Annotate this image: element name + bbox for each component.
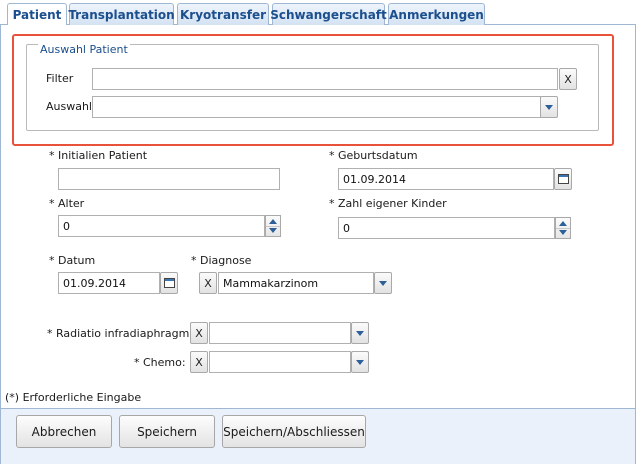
auswahl-select[interactable] bbox=[92, 96, 541, 118]
radiatio-label: * Radiatio infradiaphragmal: bbox=[47, 327, 203, 340]
tab-label: Patient bbox=[12, 8, 62, 22]
datum-input[interactable]: 01.09.2014 bbox=[58, 272, 160, 294]
filter-label: Filter bbox=[46, 72, 74, 85]
alter-input[interactable]: 0 bbox=[58, 215, 265, 237]
speichern-button[interactable]: Speichern bbox=[119, 415, 215, 448]
tab-schwangerschaft[interactable]: Schwangerschaft bbox=[270, 3, 387, 25]
button-bar: Abbrechen Speichern Speichern/Abschliess… bbox=[1, 409, 635, 464]
radiatio-dropdown-button[interactable] bbox=[351, 322, 369, 344]
abbrechen-button[interactable]: Abbrechen bbox=[16, 415, 112, 448]
filter-clear-button[interactable]: X bbox=[559, 68, 577, 90]
clear-x-icon: X bbox=[195, 326, 203, 340]
tab-label: Transplantation bbox=[68, 7, 175, 22]
tab-transplantation[interactable]: Transplantation bbox=[68, 3, 175, 25]
button-label: Abbrechen bbox=[31, 424, 97, 439]
speichern-abschliessen-button[interactable]: Speichern/Abschliessen bbox=[222, 415, 366, 448]
datum-calendar-button[interactable] bbox=[160, 272, 178, 294]
calendar-icon bbox=[163, 278, 175, 288]
tab-label: Schwangerschaft bbox=[270, 7, 387, 22]
arrow-up-icon[interactable] bbox=[269, 219, 277, 224]
diagnose-select[interactable]: Mammakarzinom bbox=[218, 272, 374, 294]
kinder-label: * Zahl eigener Kinder bbox=[329, 197, 447, 210]
chemo-select[interactable] bbox=[209, 351, 351, 373]
clear-x-icon: X bbox=[204, 276, 212, 290]
diagnose-clear-button[interactable]: X bbox=[199, 272, 217, 294]
chevron-down-icon bbox=[545, 104, 553, 110]
kinder-stepper[interactable] bbox=[555, 217, 571, 239]
tab-bar: Patient Transplantation Kryotransfer Sch… bbox=[0, 0, 636, 26]
chevron-down-icon bbox=[356, 330, 364, 336]
filter-input[interactable] bbox=[92, 68, 558, 90]
radiatio-clear-button[interactable]: X bbox=[190, 322, 208, 344]
patient-panel: Auswahl Patient Filter X Auswahl * Initi… bbox=[0, 25, 636, 464]
auswahl-dropdown-button[interactable] bbox=[540, 96, 558, 118]
stepper-divider bbox=[266, 226, 280, 227]
geburtsdatum-input[interactable]: 01.09.2014 bbox=[338, 168, 554, 190]
clear-x-icon: X bbox=[195, 355, 203, 369]
diagnose-dropdown-button[interactable] bbox=[374, 272, 392, 294]
chemo-clear-button[interactable]: X bbox=[190, 351, 208, 373]
datum-label: * Datum bbox=[49, 254, 96, 267]
clear-x-icon: X bbox=[564, 72, 572, 86]
button-label: Speichern bbox=[137, 424, 197, 439]
calendar-icon bbox=[557, 174, 569, 184]
required-note: (*) Erforderliche Eingabe bbox=[5, 391, 142, 404]
tab-label: Kryotransfer bbox=[180, 7, 266, 22]
tab-patient[interactable]: Patient bbox=[7, 3, 67, 26]
auswahl-patient-legend: Auswahl Patient bbox=[38, 43, 130, 56]
initialen-input[interactable] bbox=[58, 168, 280, 190]
chemo-label: * Chemo: bbox=[134, 356, 186, 369]
tab-label: Anmerkungen bbox=[389, 7, 484, 22]
chemo-dropdown-button[interactable] bbox=[351, 351, 369, 373]
arrow-down-icon[interactable] bbox=[269, 228, 277, 233]
arrow-up-icon[interactable] bbox=[559, 221, 567, 226]
radiatio-select[interactable] bbox=[209, 322, 351, 344]
diagnose-label: * Diagnose bbox=[191, 254, 252, 267]
button-label: Speichern/Abschliessen bbox=[223, 424, 365, 439]
alter-label: * Alter bbox=[49, 197, 85, 210]
tab-kryotransfer[interactable]: Kryotransfer bbox=[177, 3, 269, 25]
chevron-down-icon bbox=[356, 359, 364, 365]
chevron-down-icon bbox=[379, 280, 387, 286]
alter-stepper[interactable] bbox=[265, 215, 281, 237]
kinder-input[interactable]: 0 bbox=[338, 217, 555, 239]
initialen-label: * Initialien Patient bbox=[49, 149, 148, 162]
tab-anmerkungen[interactable]: Anmerkungen bbox=[388, 3, 485, 25]
geburtsdatum-label: * Geburtsdatum bbox=[329, 149, 418, 162]
auswahl-label: Auswahl bbox=[46, 100, 92, 113]
geburtsdatum-calendar-button[interactable] bbox=[554, 168, 572, 190]
stepper-divider bbox=[556, 228, 570, 229]
arrow-down-icon[interactable] bbox=[559, 230, 567, 235]
